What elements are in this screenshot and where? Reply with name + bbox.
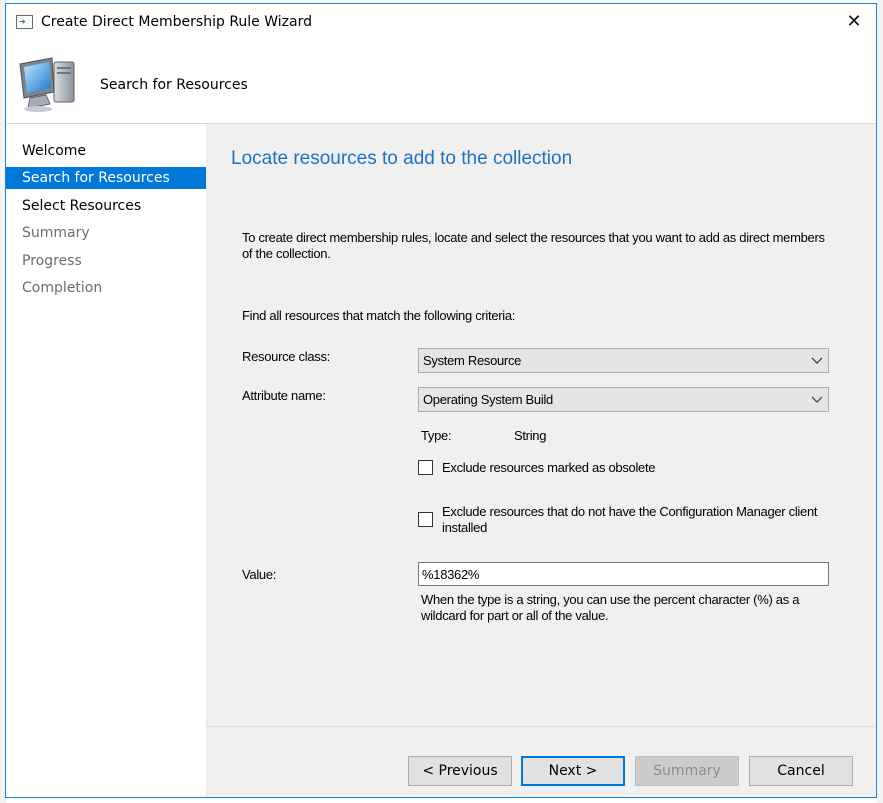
step-progress: Progress <box>22 253 82 269</box>
step-summary: Summary <box>22 225 90 241</box>
previous-button[interactable]: < Previous <box>408 756 512 786</box>
background-window-edge-right <box>877 0 883 803</box>
resource-class-dropdown[interactable]: System Resource <box>418 348 829 373</box>
step-search-for-resources: Search for Resources <box>6 167 206 189</box>
value-label: Value: <box>242 567 277 582</box>
chevron-down-icon <box>811 357 823 364</box>
close-button[interactable]: ✕ <box>836 8 872 36</box>
type-value: String <box>514 428 547 443</box>
wizard-window: ➔ Create Direct Membership Rule Wizard ✕ <box>5 3 877 798</box>
chevron-down-icon <box>811 396 823 403</box>
step-select-resources: Select Resources <box>22 198 142 214</box>
summary-button[interactable]: Summary <box>635 756 739 786</box>
cancel-button[interactable]: Cancel <box>749 756 853 786</box>
header-title: Search for Resources <box>100 77 248 93</box>
wizard-footer: < Previous Next > Summary Cancel <box>207 727 876 797</box>
intro-text: To create direct membership rules, locat… <box>242 230 825 261</box>
wizard-header: Search for Resources <box>6 40 876 124</box>
attribute-name-dropdown[interactable]: Operating System Build <box>418 387 829 412</box>
resource-class-label: Resource class: <box>242 349 330 364</box>
computer-icon <box>19 57 75 112</box>
resource-class-value: System Resource <box>423 353 522 368</box>
exclude-no-client-label: Exclude resources that do not have the C… <box>442 504 818 535</box>
exclude-obsolete-label: Exclude resources marked as obsolete <box>442 460 656 475</box>
attribute-name-label: Attribute name: <box>242 388 326 403</box>
criteria-label: Find all resources that match the follow… <box>242 308 516 323</box>
type-label: Type: <box>421 428 452 443</box>
value-input[interactable] <box>418 562 829 586</box>
wizard-app-icon: ➔ <box>16 15 33 29</box>
attribute-name-value: Operating System Build <box>423 392 553 407</box>
page-heading: Locate resources to add to the collectio… <box>231 148 573 169</box>
next-button[interactable]: Next > <box>521 756 625 786</box>
title-bar: ➔ Create Direct Membership Rule Wizard ✕ <box>6 4 876 40</box>
step-welcome: Welcome <box>22 143 87 159</box>
value-hint: When the type is a string, you can use t… <box>421 592 800 623</box>
exclude-no-client-checkbox[interactable] <box>418 512 433 527</box>
window-title: Create Direct Membership Rule Wizard <box>41 14 312 30</box>
exclude-obsolete-checkbox[interactable] <box>418 460 433 475</box>
wizard-content: Locate resources to add to the collectio… <box>207 124 876 726</box>
wizard-steps-sidebar: Welcome Search for Resources Select Reso… <box>6 124 206 797</box>
step-completion: Completion <box>22 280 103 296</box>
